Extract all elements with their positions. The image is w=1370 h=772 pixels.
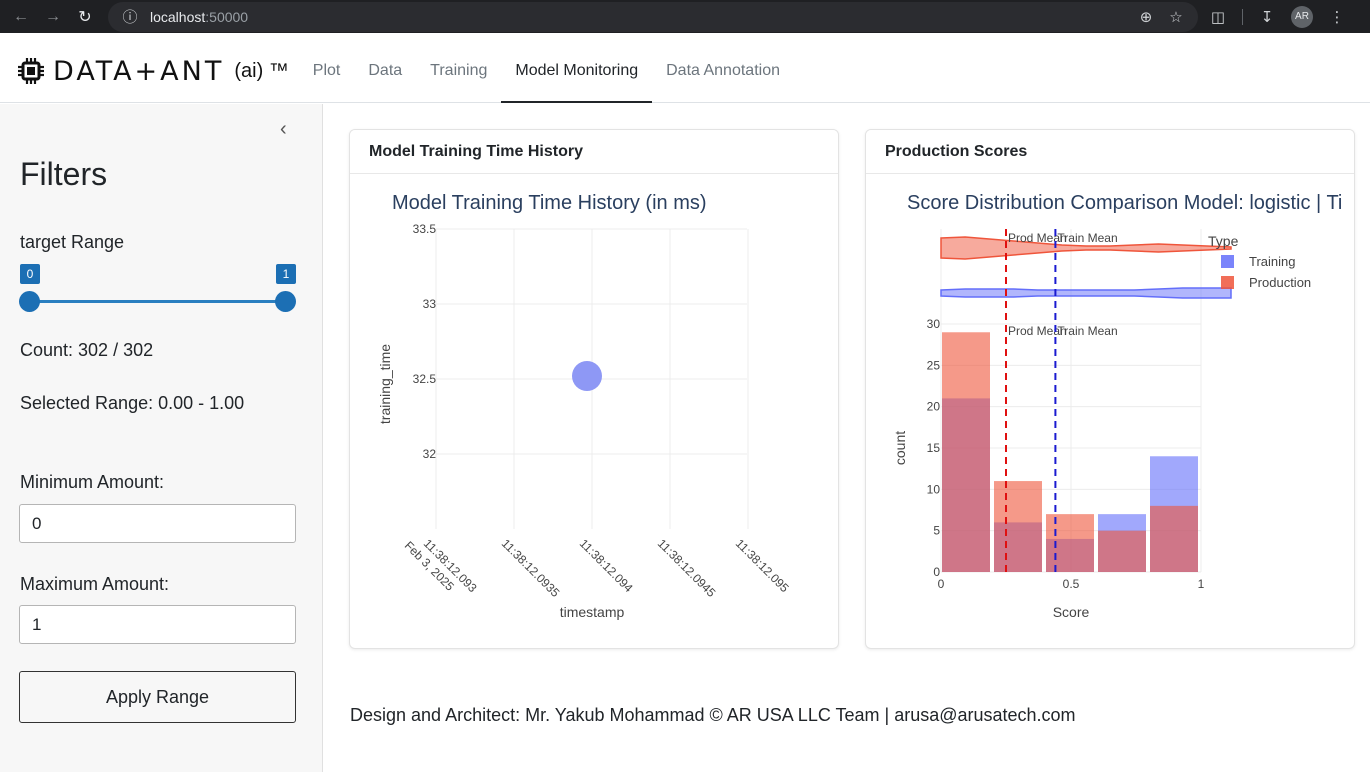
x-axis-label: Score	[1053, 604, 1090, 620]
x-tick-text: 11:38:12.095	[733, 536, 792, 595]
download-icon[interactable]: ↧	[1253, 8, 1281, 26]
legend-swatch	[1221, 276, 1234, 289]
footer-credits: Design and Architect: Mr. Yakub Mohammad…	[350, 705, 1076, 725]
x-tick-label: 11:38:12.094	[577, 536, 636, 595]
brand-logo[interactable]: DATA+ANT (ai) ™	[17, 56, 289, 87]
slider-max-handle[interactable]	[275, 291, 296, 312]
y-tick-label: 32.5	[413, 372, 437, 386]
slider-min-bubble: 0	[20, 264, 40, 284]
x-tick-label: 11:38:12.0935	[499, 536, 563, 600]
count-text: Count: 302 / 302	[20, 340, 154, 360]
production-bar	[1046, 514, 1094, 572]
production-bar	[1098, 530, 1146, 572]
tab-data-annotation[interactable]: Data Annotation	[652, 40, 794, 103]
training-violin	[940, 287, 1232, 299]
production-scores-card: Production Scores Score Distribution Com…	[865, 129, 1355, 649]
y-tick-label: 20	[927, 400, 941, 414]
forward-icon[interactable]: →	[40, 4, 66, 30]
kebab-menu-icon[interactable]: ⋮	[1323, 8, 1351, 26]
min-amount-input[interactable]	[19, 504, 296, 543]
zoom-icon[interactable]: ⊕	[1136, 8, 1156, 26]
training-time-chart[interactable]: Model Training Time History (in ms) 32 32.…	[350, 174, 839, 649]
legend-title: Type	[1208, 233, 1239, 249]
tab-data[interactable]: Data	[354, 40, 416, 103]
y-tick-label: 30	[927, 317, 941, 331]
x-axis-label: timestamp	[560, 604, 625, 620]
x-tick-label: 0	[938, 577, 945, 591]
apply-range-button[interactable]: Apply Range	[19, 671, 296, 723]
y-tick-label: 33	[423, 297, 437, 311]
x-tick-text: 11:38:12.094	[577, 536, 636, 595]
address-bar[interactable]: ⓘ localhost:50000 ⊕ ☆	[108, 1, 1198, 32]
mean-label-top: Train Mean	[1057, 231, 1117, 245]
main-tabs: Plot Data Training Model Monitoring Data…	[299, 40, 794, 103]
filters-title: Filters	[20, 156, 108, 192]
score-distribution-chart[interactable]: Score Distribution Comparison Model: log…	[866, 174, 1355, 649]
y-tick-label: 32	[423, 447, 437, 461]
card-header: Production Scores	[866, 130, 1354, 174]
target-range-slider[interactable]: 0 1	[19, 264, 296, 314]
legend-swatch	[1221, 255, 1234, 268]
browser-toolbar: ← → ↻ ⓘ localhost:50000 ⊕ ☆ ◫ ↧ AR ⋮	[0, 0, 1370, 33]
brand-suffix: (ai) ™	[234, 59, 289, 82]
site-info-icon[interactable]: ⓘ	[120, 6, 140, 27]
bookmark-star-icon[interactable]: ☆	[1166, 8, 1186, 26]
max-amount-input[interactable]	[19, 605, 296, 644]
tab-model-monitoring[interactable]: Model Monitoring	[501, 40, 652, 103]
legend-item: Production	[1249, 275, 1311, 290]
toolbar-divider	[1242, 8, 1243, 25]
slider-track[interactable]	[29, 300, 287, 303]
production-bar	[1150, 505, 1198, 572]
mean-label-hist: Train Mean	[1057, 324, 1117, 338]
tab-plot[interactable]: Plot	[299, 40, 355, 103]
back-icon[interactable]: ←	[8, 4, 34, 30]
y-tick-label: 15	[927, 441, 941, 455]
x-tick-label: 11:38:12.093Feb 3, 2025	[402, 536, 480, 595]
y-tick-label: 10	[927, 482, 941, 496]
chart-title: Score Distribution Comparison Model: log…	[907, 192, 1342, 214]
reload-icon[interactable]: ↻	[72, 4, 98, 30]
y-tick-label: 25	[927, 358, 941, 372]
tab-training[interactable]: Training	[416, 40, 501, 103]
slider-max-bubble: 1	[276, 264, 296, 284]
production-bar	[942, 332, 990, 572]
x-tick-label: 0.5	[1063, 577, 1080, 591]
production-bar	[994, 481, 1042, 572]
card-header: Model Training Time History	[350, 130, 838, 174]
min-amount-label: Minimum Amount:	[20, 472, 165, 492]
selected-range-text: Selected Range: 0.00 - 1.00	[20, 393, 245, 413]
url-text: localhost:50000	[150, 8, 249, 25]
chip-icon	[18, 58, 44, 84]
max-amount-label: Maximum Amount:	[20, 574, 170, 594]
brand-name: DATA+ANT	[53, 55, 225, 87]
y-axis-label: training_time	[377, 344, 393, 424]
x-tick-text: 11:38:12.0935	[499, 536, 563, 600]
filters-sidebar: ‹ Filters target Range 0 1 Count: 302 / …	[0, 104, 323, 772]
collapse-sidebar-icon[interactable]: ‹	[280, 118, 287, 141]
y-tick-label: 33.5	[413, 222, 437, 236]
slider-min-handle[interactable]	[19, 291, 40, 312]
y-tick-label: 5	[933, 524, 940, 538]
x-tick-text: 11:38:12.0945	[655, 536, 719, 600]
x-tick-label: 1	[1198, 577, 1205, 591]
profile-avatar[interactable]: AR	[1291, 5, 1313, 28]
target-range-label: target Range	[20, 232, 125, 252]
chart-title: Model Training Time History (in ms)	[392, 192, 707, 214]
training-time-card: Model Training Time History Model Traini…	[349, 129, 839, 649]
data-point	[572, 361, 602, 391]
y-axis-label: count	[892, 431, 908, 465]
app-header: DATA+ANT (ai) ™ Plot Data Training Model…	[0, 40, 1370, 103]
legend-item: Training	[1249, 254, 1295, 269]
extensions-icon[interactable]: ◫	[1204, 8, 1232, 26]
x-tick-label: 11:38:12.095	[733, 536, 792, 595]
x-tick-label: 11:38:12.0945	[655, 536, 719, 600]
